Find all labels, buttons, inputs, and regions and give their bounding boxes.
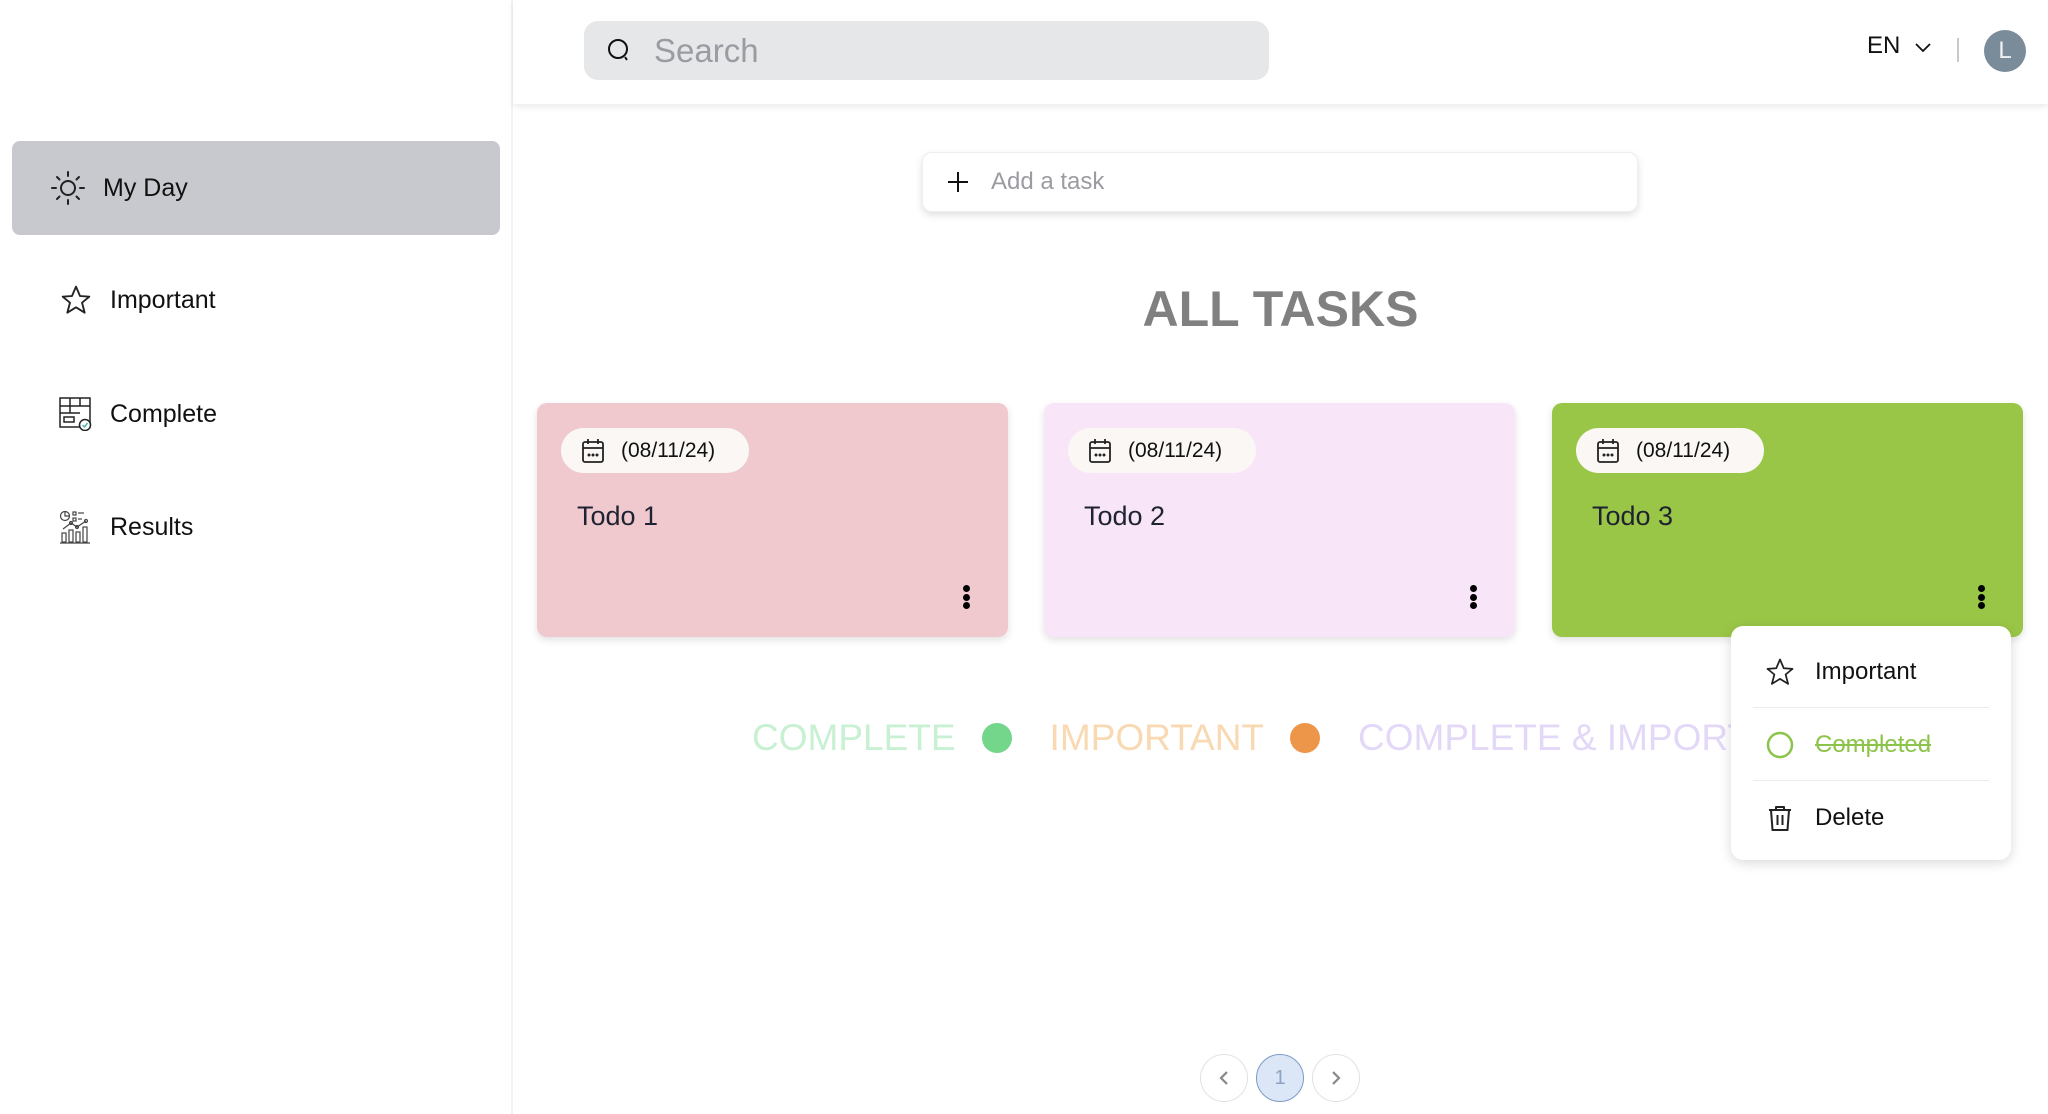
page-button-current[interactable]: 1 <box>1256 1054 1304 1102</box>
menu-item-important[interactable]: Important <box>1753 636 1989 708</box>
chevron-down-icon <box>1914 32 1932 60</box>
sidebar: My Day Important Complete Results <box>0 0 513 1114</box>
task-context-menu: Important Completed Delete <box>1731 626 2011 860</box>
plus-icon[interactable] <box>945 169 971 200</box>
status-legend: COMPLETE IMPORTANT COMPLETE & IMPORTANT <box>752 713 1821 763</box>
due-date-badge: (08/11/24) <box>561 428 750 473</box>
menu-item-delete[interactable]: Delete <box>1753 782 1989 854</box>
avatar[interactable]: L <box>1984 30 2026 72</box>
calendar-icon <box>1088 438 1112 464</box>
add-task-input[interactable] <box>991 153 1611 211</box>
task-title: Todo 2 <box>1084 501 1166 531</box>
search-input[interactable] <box>654 21 1254 80</box>
circle-icon <box>1765 730 1795 760</box>
menu-item-label: Delete <box>1815 804 1885 831</box>
due-date: (08/11/24) <box>1128 438 1223 462</box>
header-divider <box>1957 38 1959 62</box>
language-label: EN <box>1867 32 1901 59</box>
next-page-button[interactable] <box>1312 1054 1360 1102</box>
due-date: (08/11/24) <box>621 438 716 462</box>
legend-important-label: IMPORTANT <box>1049 717 1265 758</box>
sidebar-item-my-day[interactable]: My Day <box>12 141 500 235</box>
sidebar-item-important[interactable]: Important <box>12 253 500 347</box>
sidebar-item-label: My Day <box>103 173 188 202</box>
star-icon <box>58 282 94 318</box>
trash-icon <box>1765 803 1795 833</box>
page-title: ALL TASKS <box>1142 281 1419 337</box>
more-options-icon[interactable] <box>1463 581 1483 613</box>
calendar-icon <box>1596 438 1620 464</box>
sidebar-item-label: Complete <box>110 399 217 428</box>
task-title: Todo 1 <box>577 501 659 531</box>
search-icon <box>606 37 634 70</box>
sun-icon <box>50 170 86 206</box>
sidebar-item-label: Important <box>110 285 216 314</box>
legend-important-dot <box>1290 723 1321 753</box>
chevron-right-icon <box>1332 1071 1341 1085</box>
menu-item-label: Important <box>1815 657 1917 685</box>
sidebar-item-results[interactable]: Results <box>12 480 500 574</box>
due-date: (08/11/24) <box>1636 438 1731 462</box>
menu-item-label: Completed <box>1815 730 1932 758</box>
previous-page-button[interactable] <box>1200 1054 1248 1102</box>
more-options-icon[interactable] <box>956 581 976 613</box>
calendar-icon <box>581 438 605 464</box>
legend-complete-dot <box>981 723 1012 753</box>
task-card[interactable]: (08/11/24) Todo 1 <box>537 403 1008 637</box>
menu-item-completed[interactable]: Completed <box>1753 709 1989 781</box>
analytics-icon <box>58 509 94 545</box>
chevron-left-icon <box>1219 1071 1228 1085</box>
add-task-bar[interactable] <box>922 152 1638 212</box>
star-icon <box>1765 657 1795 687</box>
checklist-icon <box>58 396 94 432</box>
sidebar-item-label: Results <box>110 512 194 541</box>
more-options-icon[interactable] <box>1971 581 1991 613</box>
legend-complete-label: COMPLETE <box>752 717 956 758</box>
task-card[interactable]: (08/11/24) Todo 3 <box>1552 403 2023 637</box>
top-header: EN L <box>513 0 2048 104</box>
due-date-badge: (08/11/24) <box>1576 428 1765 473</box>
search-bar[interactable] <box>584 21 1269 80</box>
task-title: Todo 3 <box>1592 501 1674 531</box>
language-selector[interactable]: EN <box>1867 32 1932 60</box>
sidebar-item-complete[interactable]: Complete <box>12 367 500 461</box>
task-card[interactable]: (08/11/24) Todo 2 <box>1044 403 1515 637</box>
due-date-badge: (08/11/24) <box>1068 428 1257 473</box>
